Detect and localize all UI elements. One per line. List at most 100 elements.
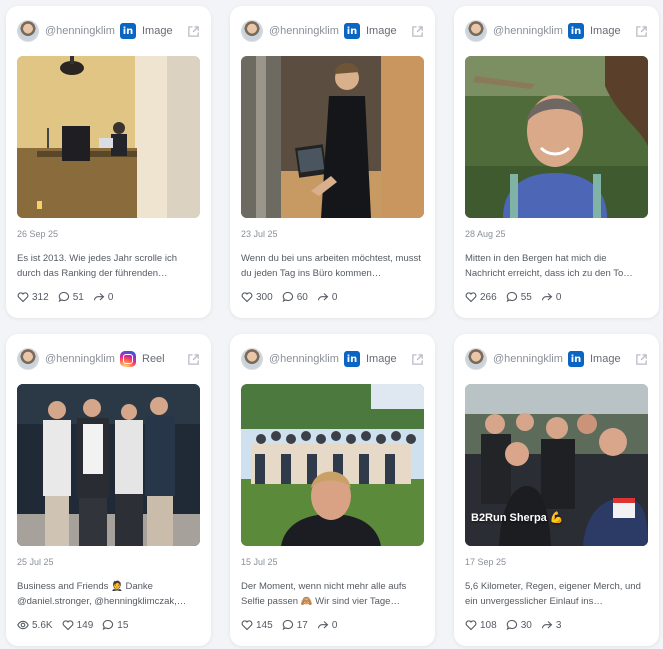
avatar <box>465 20 487 42</box>
comments-count: 30 <box>520 619 532 631</box>
comments-count: 17 <box>296 619 308 631</box>
likes-stat: 300 <box>241 291 273 303</box>
comments-count: 55 <box>520 291 532 303</box>
eye-icon <box>17 620 29 630</box>
post-caption: Mitten in den Bergen hat mich die Nachri… <box>465 253 633 279</box>
post-type-label: Image <box>142 25 173 37</box>
post-type-label: Image <box>366 25 397 37</box>
post-image[interactable] <box>241 56 424 218</box>
external-link-icon[interactable] <box>411 25 424 38</box>
post-card[interactable]: @henningklim in Image <box>454 334 659 646</box>
comment-icon <box>282 291 293 303</box>
likes-stat: 266 <box>465 291 497 303</box>
heart-icon <box>241 292 253 303</box>
heart-icon <box>241 620 253 631</box>
share-icon <box>317 621 329 629</box>
post-caption: Business and Friends 🤵 Danke @daniel.str… <box>17 581 187 607</box>
post-card[interactable]: @henningklim in Image 23 Jul 25 Wenn du … <box>230 6 435 318</box>
post-header: @henningklim Reel <box>17 347 200 371</box>
heart-icon <box>62 620 74 631</box>
external-link-icon[interactable] <box>187 25 200 38</box>
shares-count: 0 <box>555 291 562 303</box>
post-stats: 312 51 0 <box>17 291 122 303</box>
avatar <box>17 348 39 370</box>
shares-count: 0 <box>331 619 338 631</box>
avatar <box>241 348 263 370</box>
shares-count: 0 <box>107 291 114 303</box>
shares-stat: 0 <box>317 291 337 303</box>
views-count: 5.6K <box>32 619 53 631</box>
post-caption: 5,6 Kilometer, Regen, eigener Merch, und… <box>465 581 641 607</box>
account-handle: @henningklim <box>269 25 339 37</box>
avatar <box>465 348 487 370</box>
post-image[interactable] <box>465 56 648 218</box>
comments-stat: 17 <box>282 619 308 631</box>
comments-stat: 51 <box>58 291 84 303</box>
post-stats: 5.6K 149 15 <box>17 619 137 631</box>
post-type-label: Image <box>366 353 397 365</box>
post-card[interactable]: @henningklim in Image <box>230 334 435 646</box>
comments-count: 51 <box>72 291 84 303</box>
likes-count: 108 <box>480 619 497 631</box>
post-date: 17 Sep 25 <box>465 557 507 567</box>
share-icon <box>317 293 329 301</box>
post-card[interactable]: @henningklim in Image <box>6 6 211 318</box>
linkedin-icon: in <box>344 23 360 39</box>
shares-stat: 0 <box>93 291 114 303</box>
likes-stat: 312 <box>17 291 49 303</box>
post-header: @henningklim in Image <box>241 19 424 43</box>
account-handle: @henningklim <box>45 25 115 37</box>
post-caption: Wenn du bei uns arbeiten möchtest, musst… <box>241 253 421 279</box>
external-link-icon[interactable] <box>411 353 424 366</box>
post-date: 26 Sep 25 <box>17 229 59 239</box>
external-link-icon[interactable] <box>187 353 200 366</box>
post-date: 25 Jul 25 <box>17 557 54 567</box>
image-overlay-text: B2Run Sherpa 💪 <box>471 512 564 524</box>
post-date: 15 Jul 25 <box>241 557 278 567</box>
likes-count: 312 <box>32 291 49 303</box>
likes-count: 266 <box>480 291 497 303</box>
avatar <box>17 20 39 42</box>
post-stats: 108 30 3 <box>465 619 570 631</box>
post-video[interactable] <box>17 384 200 546</box>
comments-count: 60 <box>296 291 308 303</box>
post-image[interactable]: B2Run Sherpa 💪 <box>465 384 648 546</box>
post-type-label: Image <box>590 25 621 37</box>
comment-icon <box>102 619 114 631</box>
likes-count: 145 <box>256 619 273 631</box>
post-type-label: Image <box>590 353 621 365</box>
shares-stat: 3 <box>541 619 562 631</box>
share-icon <box>93 293 105 301</box>
comments-stat: 15 <box>102 619 128 631</box>
likes-count: 300 <box>256 291 273 303</box>
comments-stat: 55 <box>506 291 532 303</box>
heart-icon <box>465 620 477 631</box>
post-card[interactable]: @henningklim in Image 28 Aug 25 Mitten i… <box>454 6 659 318</box>
shares-stat: 0 <box>541 291 562 303</box>
likes-count: 149 <box>76 619 94 631</box>
external-link-icon[interactable] <box>635 353 648 366</box>
external-link-icon[interactable] <box>635 25 648 38</box>
likes-stat: 145 <box>241 619 273 631</box>
post-caption: Es ist 2013. Wie jedes Jahr scrolle ich … <box>17 253 177 279</box>
comment-icon <box>282 619 293 631</box>
post-stats: 145 17 0 <box>241 619 346 631</box>
shares-count: 3 <box>555 619 562 631</box>
comments-count: 15 <box>117 619 129 631</box>
linkedin-icon: in <box>344 351 360 367</box>
post-image[interactable] <box>17 56 200 218</box>
post-header: @henningklim in Image <box>17 19 200 43</box>
post-card[interactable]: @henningklim Reel 25 Jul 25 Business and… <box>6 334 211 646</box>
likes-stat: 108 <box>465 619 497 631</box>
post-header: @henningklim in Image <box>241 347 424 371</box>
linkedin-icon: in <box>120 23 136 39</box>
likes-stat: 149 <box>62 619 94 631</box>
linkedin-icon: in <box>568 351 584 367</box>
comment-icon <box>58 291 69 303</box>
share-icon <box>541 293 553 301</box>
account-handle: @henningklim <box>269 353 339 365</box>
post-date: 28 Aug 25 <box>465 229 506 239</box>
post-caption: Der Moment, wenn nicht mehr alle aufs Se… <box>241 581 407 607</box>
comments-stat: 60 <box>282 291 308 303</box>
post-image[interactable] <box>241 384 424 546</box>
